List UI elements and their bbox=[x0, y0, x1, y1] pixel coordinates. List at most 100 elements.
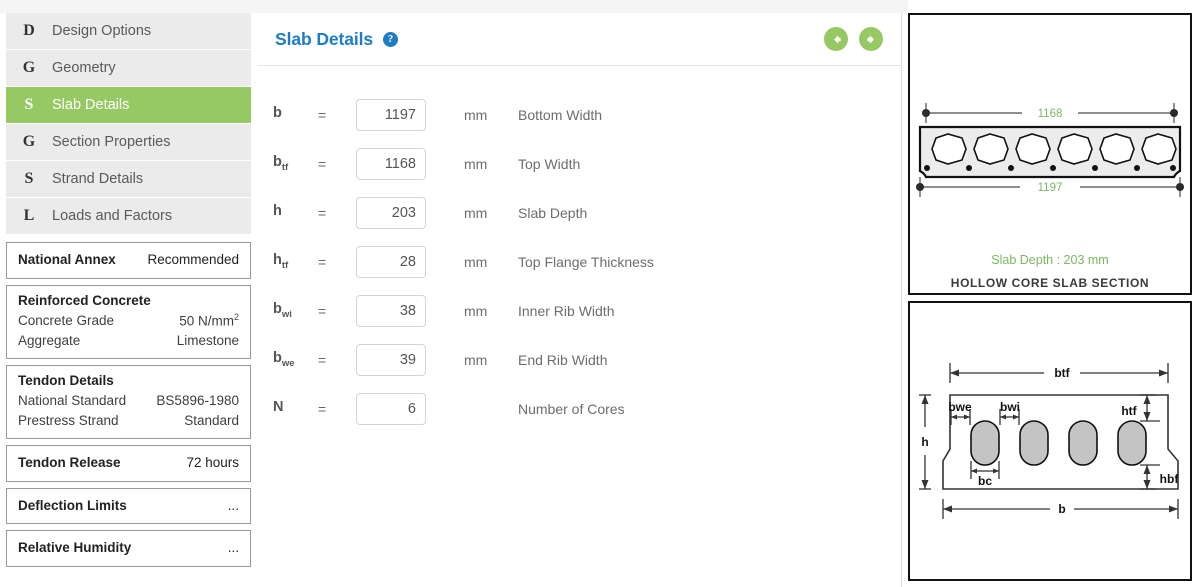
sidebar-item-letter: S bbox=[24, 170, 34, 187]
equals-sign: = bbox=[318, 204, 327, 221]
field-symbol: bwe bbox=[273, 350, 295, 369]
question-mark-icon[interactable]: ? bbox=[383, 31, 399, 47]
field-unit: mm bbox=[464, 106, 488, 123]
sidebar-item-label: Section Properties bbox=[52, 134, 171, 150]
sidebar-item-letter: D bbox=[23, 22, 35, 39]
dim-endpoint bbox=[1170, 109, 1178, 117]
field-row-end-rib-width: bwe = mm End Rib Width bbox=[258, 335, 901, 384]
dim-endpoint bbox=[922, 109, 930, 117]
end-rib-width-input[interactable] bbox=[356, 343, 426, 376]
label-bc: bc bbox=[978, 474, 992, 488]
inner-rib-width-input[interactable] bbox=[356, 294, 426, 327]
card-tendon-details[interactable]: Tendon Details National Standard BS5896-… bbox=[6, 365, 251, 440]
field-description: Slab Depth bbox=[518, 204, 588, 221]
sidebar-item-letter: S bbox=[24, 96, 34, 113]
label-bwi: bwi bbox=[1000, 400, 1020, 414]
card-national-annex[interactable]: National Annex Recommended bbox=[6, 242, 251, 279]
top-width-dimension-label: 1168 bbox=[1038, 108, 1063, 120]
card-relative-humidity[interactable]: Relative Humidity ... bbox=[6, 530, 251, 567]
field-row-top-flange-thickness: htf = mm Top Flange Thickness bbox=[258, 237, 901, 286]
sidebar-item-label: Design Options bbox=[52, 23, 152, 39]
card-tendon-release[interactable]: Tendon Release 72 hours bbox=[6, 445, 251, 482]
field-description: Inner Rib Width bbox=[518, 302, 615, 319]
step-navigation bbox=[824, 27, 883, 51]
field-symbol: bwi bbox=[273, 301, 292, 320]
field-symbol: h bbox=[273, 203, 282, 220]
sidebar-item-geometry[interactable]: G Geometry bbox=[6, 50, 251, 87]
slab-body bbox=[918, 125, 1182, 179]
sidebar-item-label: Loads and Factors bbox=[52, 208, 173, 224]
next-arrow-icon[interactable] bbox=[859, 27, 883, 51]
field-symbol: htf bbox=[273, 252, 289, 271]
card-value: Limestone bbox=[176, 332, 239, 348]
dim-endpoint bbox=[1176, 183, 1184, 191]
sidebar-item-letter: G bbox=[22, 133, 36, 150]
card-reinforced-concrete[interactable]: Reinforced Concrete Concrete Grade 50 N/… bbox=[6, 284, 251, 360]
previous-arrow-icon[interactable] bbox=[824, 27, 848, 51]
card-key: Concrete Grade bbox=[18, 313, 115, 329]
field-symbol: btf bbox=[273, 154, 289, 173]
slab-details-form: b = mm Bottom Width btf = mm Top Width h… bbox=[258, 66, 901, 433]
core-void bbox=[973, 133, 1009, 165]
unit-superscript: 2 bbox=[233, 311, 239, 322]
field-row-bottom-width: b = mm Bottom Width bbox=[258, 90, 901, 139]
slab-depth-input[interactable] bbox=[356, 196, 426, 229]
hollow-core-slab-section-diagram: 1168 1197 Slab Depth: 203 mm HOLLOW COR… bbox=[908, 13, 1192, 295]
equals-sign: = bbox=[318, 155, 327, 172]
top-strip bbox=[0, 0, 908, 13]
card-key: National Standard bbox=[18, 393, 127, 409]
card-deflection-limits[interactable]: Deflection Limits ... bbox=[6, 487, 251, 525]
field-unit: mm bbox=[464, 155, 488, 172]
sidebar-item-loads-and-factors[interactable]: L Loads and Factors bbox=[6, 198, 251, 235]
card-value: ... bbox=[227, 540, 239, 556]
sidebar-item-slab-details[interactable]: S Slab Details bbox=[6, 87, 251, 124]
slab-depth-note: Slab Depth : 203 mm bbox=[991, 253, 1108, 267]
bottom-width-input[interactable] bbox=[356, 98, 426, 131]
field-unit: mm bbox=[464, 302, 488, 319]
card-key: Deflection Limits bbox=[18, 497, 127, 513]
dimension-key-svg: btf h bwe bwi htf bc hbf b bbox=[919, 363, 1180, 519]
field-row-slab-depth: h = mm Slab Depth bbox=[258, 188, 901, 237]
section-svg: 1168 1197 Slab Depth: 203 mm HOLLOW COR… bbox=[916, 103, 1184, 290]
top-width-input[interactable] bbox=[356, 147, 426, 180]
label-hbf: hbf bbox=[1160, 472, 1180, 486]
dimension-key-diagram: btf h bwe bwi htf bc hbf b bbox=[908, 301, 1192, 581]
card-key: Prestress Strand bbox=[18, 412, 119, 428]
sidebar-item-label: Geometry bbox=[52, 60, 116, 76]
core-void bbox=[1015, 133, 1051, 165]
core-void bbox=[1057, 133, 1093, 165]
card-value: 72 hours bbox=[186, 455, 239, 471]
number-of-cores-input[interactable] bbox=[356, 392, 426, 425]
field-description: Bottom Width bbox=[518, 106, 603, 123]
field-row-number-of-cores: N = Number of Cores bbox=[258, 384, 901, 433]
slab-details-page: D Design Options G Geometry S Slab Detai… bbox=[0, 0, 1196, 587]
field-unit: mm bbox=[464, 351, 488, 368]
top-flange-thickness-input[interactable] bbox=[356, 245, 426, 278]
card-value: BS5896-1980 bbox=[156, 393, 239, 409]
sidebar: D Design Options G Geometry S Slab Detai… bbox=[0, 13, 252, 587]
card-value: ... bbox=[227, 497, 239, 513]
equals-sign: = bbox=[318, 400, 327, 417]
sidebar-summary-cards: National Annex Recommended Reinforced Co… bbox=[6, 242, 251, 567]
field-symbol: N bbox=[273, 399, 284, 416]
card-key: Aggregate bbox=[18, 332, 81, 348]
card-key: National Annex bbox=[18, 252, 116, 267]
label-b: b bbox=[1058, 502, 1065, 516]
sidebar-item-design-options[interactable]: D Design Options bbox=[6, 13, 251, 50]
card-value: 50 N/mm2 bbox=[179, 311, 239, 329]
card-title: Reinforced Concrete bbox=[18, 292, 151, 308]
card-value: Recommended bbox=[147, 252, 239, 267]
sidebar-item-label: Slab Details bbox=[52, 97, 130, 113]
core-void bbox=[931, 133, 967, 165]
field-symbol: b bbox=[273, 105, 282, 122]
sidebar-item-section-properties[interactable]: G Section Properties bbox=[6, 124, 251, 161]
core-void bbox=[1141, 133, 1177, 165]
equals-sign: = bbox=[318, 351, 327, 368]
sidebar-item-strand-details[interactable]: S Strand Details bbox=[6, 161, 251, 198]
equals-sign: = bbox=[318, 253, 327, 270]
label-btf: btf bbox=[1054, 366, 1070, 380]
card-key: Relative Humidity bbox=[18, 540, 132, 556]
dim-endpoint bbox=[916, 183, 924, 191]
label-bwe: bwe bbox=[948, 400, 972, 414]
equals-sign: = bbox=[318, 302, 327, 319]
